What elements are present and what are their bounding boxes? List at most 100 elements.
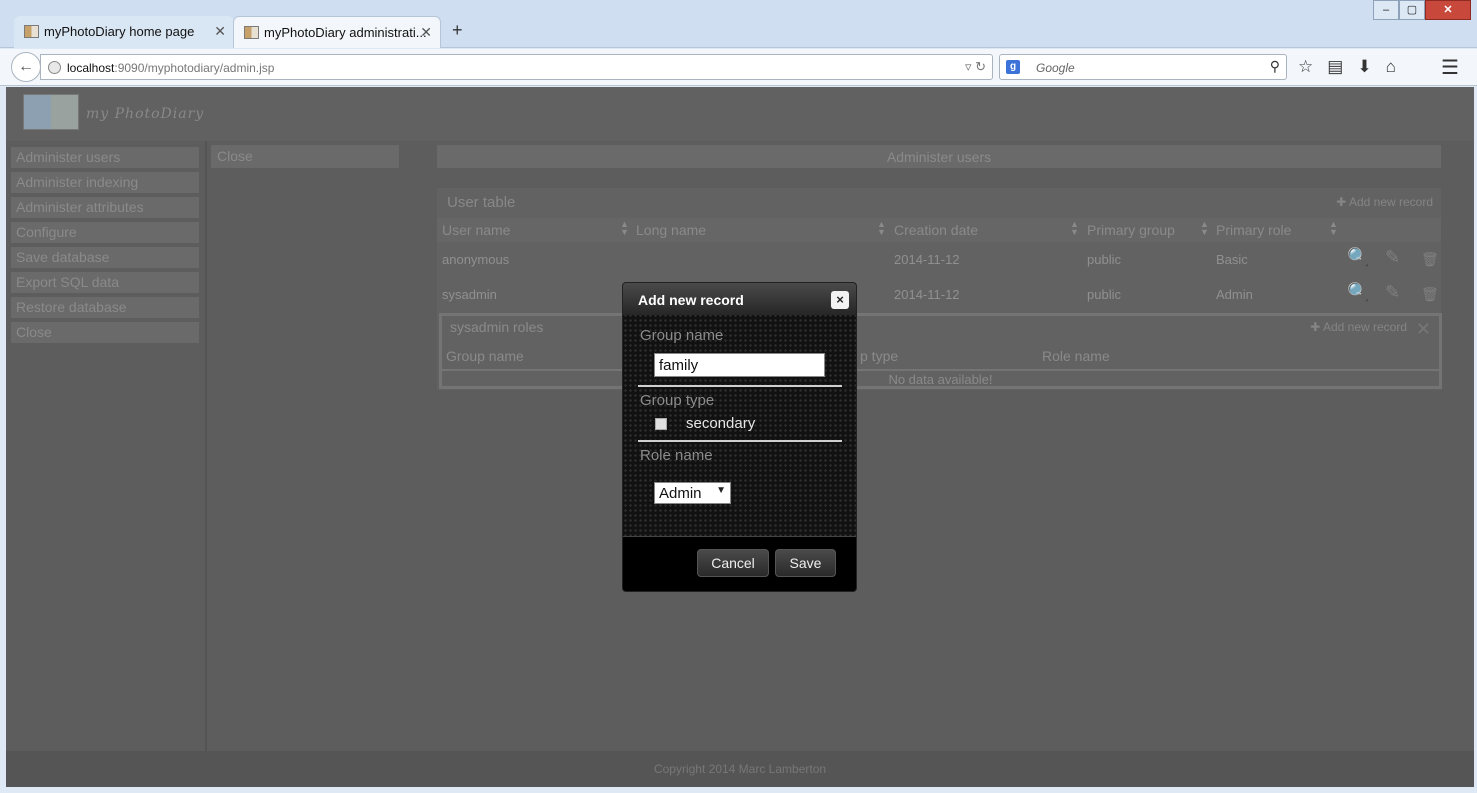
roles-table-title: sysadmin roles [450, 319, 544, 335]
edit-icon[interactable]: ✎ [1385, 247, 1400, 268]
browser-navbar: localhost:9090/myphotodiary/admin.jsp ▿ … [0, 49, 1477, 86]
group-name-input[interactable] [654, 353, 825, 377]
search-icon[interactable]: ⚲ [1270, 58, 1280, 75]
tab-label: myPhotoDiary home page [44, 24, 195, 39]
footer-copyright: Copyright 2014 Marc Lamberton [6, 751, 1474, 787]
view-icon[interactable]: 🔍 [1347, 247, 1369, 268]
sidebar-item-administer-users[interactable]: Administer users [11, 147, 199, 168]
sort-icon[interactable]: ▲ ▼ [877, 220, 886, 237]
search-input[interactable]: g Google ⚲ [999, 54, 1287, 80]
window-controls: – ▢ ✕ [1373, 0, 1471, 20]
table-row[interactable]: anonymous 2014-11-12 public Basic 🔍 ✎ 🗑 [437, 242, 1441, 276]
google-icon: g [1006, 60, 1020, 74]
group-name-label: Group name [640, 327, 724, 344]
sidebar-item-configure[interactable]: Configure [11, 222, 199, 243]
url-host: localhost [67, 61, 115, 75]
page-title: Administer users [437, 145, 1441, 168]
cell-primary-group: public [1087, 252, 1121, 267]
role-name-selected: Admin [659, 485, 702, 502]
dialog-close-icon[interactable]: × [831, 291, 849, 309]
secondary-checkbox[interactable] [655, 418, 667, 430]
sidebar-item-administer-attributes[interactable]: Administer attributes [11, 197, 199, 218]
sidebar-item-restore-database[interactable]: Restore database [11, 297, 199, 318]
column-group-name[interactable]: Group name [446, 348, 524, 364]
maximize-button[interactable]: ▢ [1399, 0, 1425, 20]
add-record-label: Add new record [1348, 195, 1433, 209]
table-row[interactable]: sysadmin 2014-11-12 public Admin 🔍 ✎ 🗑 [437, 277, 1441, 311]
site-favicon-icon [244, 26, 259, 39]
panel-divider [205, 141, 207, 751]
cell-user-name: sysadmin [442, 287, 497, 302]
save-button[interactable]: Save [775, 549, 836, 577]
delete-icon[interactable]: 🗑 [1421, 286, 1439, 303]
view-icon[interactable]: 🔍 [1347, 282, 1369, 303]
user-table-title: User table [447, 194, 516, 211]
column-role-name[interactable]: Role name [1042, 348, 1110, 364]
column-group-type[interactable]: p type [860, 348, 898, 364]
tab-home-page[interactable]: myPhotoDiary home page ✕ [14, 16, 234, 48]
add-record-button[interactable]: ✚ Add new record [1336, 195, 1433, 209]
browser-titlebar: myPhotoDiary home page ✕ myPhotoDiary ad… [0, 0, 1477, 48]
sidebar-item-administer-indexing[interactable]: Administer indexing [11, 172, 199, 193]
chevron-down-icon: ▼ [716, 485, 726, 496]
window-close-button[interactable]: ✕ [1425, 0, 1471, 20]
hamburger-menu-icon[interactable]: ☰ [1441, 55, 1459, 80]
edit-icon[interactable]: ✎ [1385, 282, 1400, 303]
delete-icon[interactable]: 🗑 [1421, 251, 1439, 268]
back-arrow-icon: ← [18, 58, 34, 75]
divider [638, 385, 842, 387]
sidebar-item-export-sql[interactable]: Export SQL data [11, 272, 199, 293]
sort-icon[interactable]: ▲ ▼ [1329, 220, 1338, 237]
cell-creation-date: 2014-11-12 [894, 287, 960, 302]
download-icon[interactable]: ⬇ [1357, 57, 1371, 77]
column-long-name[interactable]: Long name [636, 222, 706, 238]
toolbar-icons: ☆ ▤ ⬇ ⌂ [1298, 57, 1396, 77]
tab-administration[interactable]: myPhotoDiary administrati... ✕ [233, 16, 441, 48]
dialog-title: Add new record [623, 283, 856, 315]
tab-label: myPhotoDiary administrati... [264, 25, 427, 40]
url-path: :9090/myphotodiary/admin.jsp [114, 61, 275, 75]
new-tab-button[interactable]: + [452, 20, 463, 41]
sidebar-item-save-database[interactable]: Save database [11, 247, 199, 268]
cell-creation-date: 2014-11-12 [894, 252, 960, 267]
search-placeholder: Google [1036, 61, 1075, 75]
subpanel-close-button[interactable]: Close [211, 145, 399, 168]
tab-close-icon[interactable]: ✕ [214, 23, 226, 40]
cell-primary-group: public [1087, 287, 1121, 302]
photo-diary-logo-icon [23, 94, 79, 130]
reload-icon[interactable]: ▿ ↻ [965, 59, 986, 75]
sort-icon[interactable]: ▲ ▼ [1200, 220, 1209, 237]
add-role-button[interactable]: ✚ Add new record [1310, 320, 1407, 334]
column-primary-group[interactable]: Primary group [1087, 222, 1175, 238]
minimize-button[interactable]: – [1373, 0, 1399, 20]
tab-close-icon[interactable]: ✕ [420, 24, 432, 41]
secondary-checkbox-label[interactable]: secondary [686, 415, 755, 432]
role-name-label: Role name [640, 447, 713, 464]
reading-list-icon[interactable]: ▤ [1327, 57, 1343, 77]
role-name-select[interactable]: Admin ▼ [654, 482, 731, 504]
empty-state-text: No data available! [442, 369, 1439, 387]
sidebar-item-close[interactable]: Close [11, 322, 199, 343]
app-header: my PhotoDiary [6, 87, 1474, 141]
cancel-button[interactable]: Cancel [697, 549, 769, 577]
sidebar: Administer users Administer indexing Adm… [6, 141, 205, 751]
back-button[interactable]: ← [11, 52, 41, 82]
roles-table: sysadmin roles ✚ Add new record ✕ Group … [439, 313, 1442, 389]
close-roles-icon[interactable]: ✕ [1416, 319, 1431, 340]
column-user-name[interactable]: User name [442, 222, 510, 238]
column-creation-date[interactable]: Creation date [894, 222, 978, 238]
home-icon[interactable]: ⌂ [1386, 57, 1396, 77]
dialog-footer: Cancel Save [623, 536, 856, 591]
logo-text: my PhotoDiary [86, 106, 205, 122]
cell-primary-role: Basic [1216, 252, 1248, 267]
plus-icon: ✚ [1336, 195, 1349, 209]
bookmark-star-icon[interactable]: ☆ [1298, 57, 1313, 77]
address-bar[interactable]: localhost:9090/myphotodiary/admin.jsp ▿ … [40, 54, 993, 80]
column-primary-role[interactable]: Primary role [1216, 222, 1291, 238]
sort-icon[interactable]: ▲ ▼ [620, 220, 629, 237]
sort-icon[interactable]: ▲ ▼ [1070, 220, 1079, 237]
add-role-label: Add new record [1322, 320, 1407, 334]
divider [638, 440, 842, 442]
plus-icon: ✚ [1310, 320, 1323, 334]
globe-icon [48, 61, 61, 74]
